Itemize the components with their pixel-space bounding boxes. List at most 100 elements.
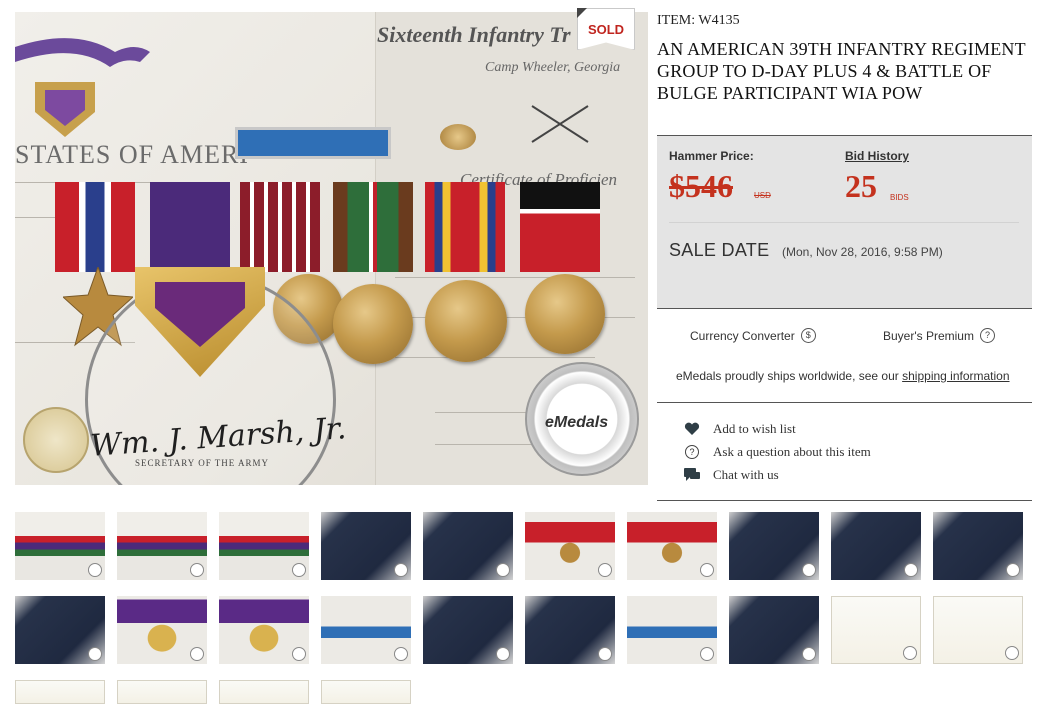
emedals-watermark-text: eMedals bbox=[545, 414, 609, 431]
watermark-icon bbox=[598, 563, 612, 577]
watermark-icon bbox=[88, 647, 102, 661]
purple-heart-ribbon bbox=[150, 182, 230, 272]
thumbnail-blue-case-closed-2[interactable] bbox=[831, 512, 921, 580]
ask-question-label: Ask a question about this item bbox=[713, 444, 871, 459]
thumbnail-medal-group-front[interactable] bbox=[117, 512, 207, 580]
currency-unit: USD bbox=[754, 191, 771, 200]
watermark-icon bbox=[88, 563, 102, 577]
certificate-right-subheading: Camp Wheeler, Georgia bbox=[485, 60, 621, 75]
certificate-line bbox=[395, 357, 595, 358]
bid-history-link[interactable]: Bid History bbox=[845, 149, 909, 163]
thumbnail-certificate-with-medals[interactable] bbox=[15, 512, 105, 580]
thumbnail-purple-heart-reverse[interactable] bbox=[219, 596, 309, 664]
add-to-wish-list-button[interactable]: Add to wish list bbox=[679, 421, 796, 437]
main-item-photo[interactable]: STATES OF AMERI Sixteenth Infantry Tr Ca… bbox=[15, 12, 648, 485]
buyers-premium-label: Buyer's Premium bbox=[883, 328, 974, 343]
lapel-pin bbox=[440, 124, 476, 150]
victory-medal-ribbon bbox=[425, 182, 505, 272]
watermark-icon bbox=[292, 647, 306, 661]
ask-question-button[interactable]: ? Ask a question about this item bbox=[679, 444, 871, 460]
watermark-icon bbox=[394, 647, 408, 661]
shipping-note: eMedals proudly ships worldwide, see our… bbox=[676, 369, 1010, 383]
section-divider bbox=[657, 500, 1032, 501]
signature-caption: SECRETARY OF THE ARMY bbox=[135, 458, 270, 468]
watermark-icon bbox=[598, 647, 612, 661]
thumbnail-purple-heart-front[interactable] bbox=[117, 596, 207, 664]
watermark-icon bbox=[802, 563, 816, 577]
watermark-icon bbox=[394, 563, 408, 577]
sale-date-label: SALE DATE bbox=[669, 240, 770, 260]
crossed-rifles-icon bbox=[531, 105, 589, 143]
bronze-star-ribbon bbox=[55, 182, 135, 272]
watermark-icon bbox=[496, 563, 510, 577]
thumbnail-purple-heart-certificate-2[interactable] bbox=[933, 596, 1023, 664]
price-box: Hammer Price: Bid History $546 USD 25 BI… bbox=[657, 135, 1032, 309]
sold-badge-label: SOLD bbox=[587, 22, 625, 37]
thumbnail-bronze-star-front[interactable] bbox=[525, 512, 615, 580]
eame-campaign-ribbon bbox=[333, 182, 413, 272]
watermark-icon bbox=[1006, 563, 1020, 577]
watermark-icon bbox=[700, 563, 714, 577]
thumbnail-combat-infantry-badge[interactable] bbox=[321, 596, 411, 664]
watermark-icon bbox=[496, 647, 510, 661]
thumbnail-purple-heart-certificate[interactable] bbox=[831, 596, 921, 664]
chat-button[interactable]: Chat with us bbox=[679, 467, 779, 483]
thumbnail-document-4[interactable] bbox=[321, 680, 411, 704]
question-icon: ? bbox=[979, 328, 995, 343]
thumbnail-case-open-medal[interactable] bbox=[423, 512, 513, 580]
heart-icon bbox=[679, 422, 705, 436]
hammer-price-label: Hammer Price: bbox=[669, 149, 754, 163]
dollar-icon: $ bbox=[800, 328, 816, 343]
bid-count: 25 bbox=[845, 168, 877, 204]
thumbnail-document-2[interactable] bbox=[117, 680, 207, 704]
wish-list-label: Add to wish list bbox=[713, 421, 796, 436]
hammer-price-value: $546 bbox=[669, 168, 733, 204]
thumbnail-document-1[interactable] bbox=[15, 680, 105, 704]
watermark-icon bbox=[190, 563, 204, 577]
thumbnail-case-side-2[interactable] bbox=[15, 596, 105, 664]
watermark-icon bbox=[190, 647, 204, 661]
section-divider bbox=[657, 402, 1032, 403]
thumbnail-purple-heart-case-open[interactable] bbox=[933, 512, 1023, 580]
thumbnail-boxed-medal[interactable] bbox=[525, 596, 615, 664]
question-glyph: ? bbox=[685, 445, 699, 459]
question-icon: ? bbox=[679, 445, 705, 459]
watermark-icon bbox=[700, 647, 714, 661]
buyers-premium-link[interactable]: Buyer's Premium ? bbox=[883, 328, 995, 343]
good-conduct-ribbon bbox=[240, 182, 320, 272]
item-title: AN AMERICAN 39TH INFANTRY REGIMENT GROUP… bbox=[657, 39, 1026, 103]
thumbnail-medal-group-reverse[interactable] bbox=[219, 512, 309, 580]
currency-converter-link[interactable]: Currency Converter $ bbox=[690, 328, 816, 343]
thumbnail-case-side[interactable] bbox=[729, 512, 819, 580]
thumbnail-bronze-star-reverse[interactable] bbox=[627, 512, 717, 580]
sold-badge-fold bbox=[577, 8, 587, 18]
occupation-medal bbox=[525, 274, 605, 354]
watermark-icon bbox=[292, 563, 306, 577]
occupation-medal-ribbon bbox=[520, 182, 600, 272]
item-id: ITEM: W4135 bbox=[657, 13, 740, 28]
chat-icon bbox=[679, 468, 705, 482]
victory-medal bbox=[425, 280, 507, 362]
bids-unit: BIDS bbox=[890, 193, 909, 202]
thumbnail-dark-detail[interactable] bbox=[729, 596, 819, 664]
army-seal-icon bbox=[23, 407, 89, 473]
certificate-line bbox=[395, 277, 635, 278]
thumbnail-lapel-pin[interactable] bbox=[627, 596, 717, 664]
eame-campaign-medal bbox=[333, 284, 413, 364]
thumbnail-document-3[interactable] bbox=[219, 680, 309, 704]
watermark-icon bbox=[904, 563, 918, 577]
price-box-divider bbox=[669, 222, 1019, 223]
thumbnail-black-case[interactable] bbox=[423, 596, 513, 664]
certificate-right-heading: Sixteenth Infantry Tr bbox=[377, 22, 571, 47]
combat-infantry-badge bbox=[235, 127, 391, 159]
currency-converter-label: Currency Converter bbox=[690, 328, 795, 343]
purple-heart-emblem-icon bbox=[15, 38, 150, 137]
thumbnail-blue-case-closed[interactable] bbox=[321, 512, 411, 580]
shipping-note-text: eMedals proudly ships worldwide, see our bbox=[676, 369, 899, 383]
sale-date-value: (Mon, Nov 28, 2016, 9:58 PM) bbox=[782, 245, 943, 259]
chat-label: Chat with us bbox=[713, 467, 779, 482]
watermark-icon bbox=[1005, 646, 1019, 660]
watermark-icon bbox=[903, 646, 917, 660]
shipping-information-link[interactable]: shipping information bbox=[902, 369, 1009, 383]
watermark-icon bbox=[802, 647, 816, 661]
